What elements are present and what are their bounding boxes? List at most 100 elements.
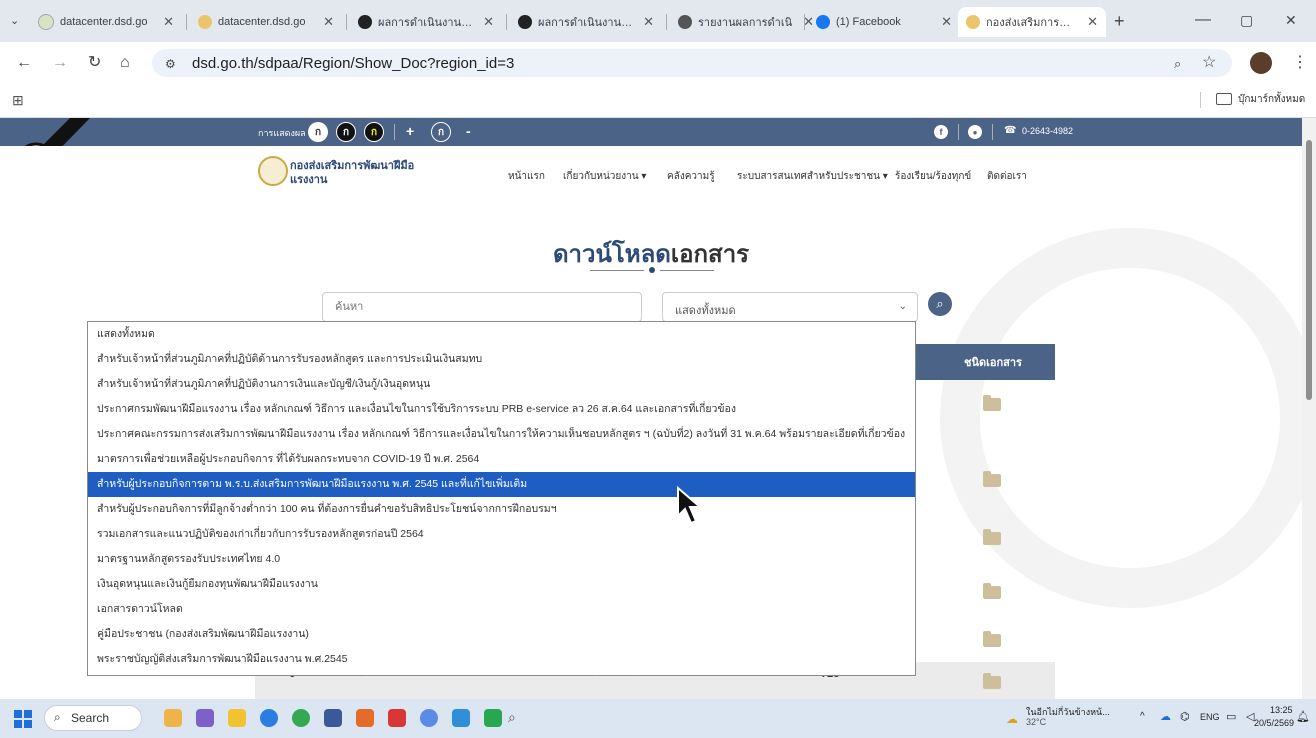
logo-title-line2[interactable]: แรงงาน — [290, 170, 327, 188]
line-app-icon[interactable] — [484, 709, 502, 727]
show-hidden-icons-icon[interactable]: ^ — [1140, 711, 1145, 722]
windows-start-icon[interactable] — [14, 710, 32, 728]
folder-icon[interactable] — [983, 631, 1001, 647]
folder-icon[interactable] — [983, 529, 1001, 545]
dropdown-option[interactable]: สำหรับผู้ประกอบกิจการที่มีลูกจ้างต่ำกว่า… — [88, 497, 915, 522]
category-select[interactable]: แสดงทั้งหมด ⌄ — [662, 292, 918, 322]
folder-icon[interactable] — [983, 395, 1001, 411]
close-icon[interactable]: ✕ — [941, 14, 952, 30]
close-window-icon[interactable]: ✕ — [1285, 12, 1297, 28]
file-explorer-icon[interactable] — [228, 709, 246, 727]
browser-tab-6[interactable]: (1) Facebook ✕ — [808, 7, 960, 37]
minimize-icon[interactable]: — — [1195, 12, 1211, 28]
dropdown-option[interactable]: มาตรฐานหลักสูตรรองรับประเทศไทย 4.0 — [88, 547, 915, 572]
folder-icon[interactable] — [983, 471, 1001, 487]
browser-tab-1[interactable]: datacenter.dsd.go ✕ — [30, 7, 182, 37]
close-icon[interactable]: ✕ — [643, 14, 654, 30]
browser-tab-2[interactable]: datacenter.dsd.go ✕ — [190, 7, 342, 37]
column-header-type: ชนิดเอกสาร — [964, 357, 1022, 369]
close-icon[interactable]: ✕ — [1087, 14, 1098, 30]
notification-bell-icon[interactable]: 🔔︎ — [1296, 710, 1310, 723]
clock-date[interactable]: 20/5/2569 — [1254, 718, 1294, 728]
dropdown-option-selected[interactable]: สำหรับผู้ประกอบกิจการตาม พ.ร.บ.ส่งเสริมก… — [88, 472, 915, 497]
language-indicator[interactable]: ENG — [1200, 712, 1220, 722]
dropdown-option[interactable]: เอกสารดาวน์โหลด — [88, 597, 915, 622]
network-icon[interactable]: ⌬ — [1180, 710, 1190, 723]
font-normal-button[interactable]: ก — [431, 122, 451, 142]
nav-knowledge[interactable]: คลังความรู้ — [667, 169, 715, 184]
tab-search-icon[interactable]: ⌄ — [10, 13, 19, 29]
dsd-logo-icon[interactable] — [258, 156, 288, 186]
nav-contact[interactable]: ติดต่อเรา — [987, 169, 1027, 184]
close-icon[interactable]: ✕ — [483, 14, 494, 30]
dropdown-option[interactable]: คู่มือประชาชน (กองส่งเสริมพัฒนาฝีมือแรงง… — [88, 622, 915, 647]
contrast-dark-button[interactable]: ก — [336, 122, 356, 142]
font-increase-button[interactable]: + — [406, 123, 414, 139]
nav-home[interactable]: หน้าแรก — [508, 169, 545, 184]
onedrive-icon[interactable]: ☁ — [1160, 710, 1171, 723]
line-icon[interactable]: ● — [968, 125, 982, 139]
nav-info-system[interactable]: ระบบสารสนเทศสำหรับประชาชน ▾ — [737, 169, 888, 184]
dropdown-option[interactable]: ประกาศกรมพัฒนาฝีมือแรงงาน เรื่อง หลักเกณ… — [88, 397, 915, 422]
close-icon[interactable]: ✕ — [323, 14, 334, 30]
search-icon: ⌕ — [936, 296, 944, 311]
contrast-yellow-button[interactable]: ก — [364, 122, 384, 142]
dropdown-option[interactable]: สำหรับเจ้าหน้าที่ส่วนภูมิภาคที่ปฏิบัติงา… — [88, 372, 915, 397]
url-text[interactable]: dsd.go.th/sdpaa/Region/Show_Doc?region_i… — [192, 55, 514, 72]
clock-time[interactable]: 13:25 — [1270, 705, 1293, 715]
dropdown-option[interactable]: สำหรับเจ้าหน้าที่ส่วนภูมิภาคที่ปฏิบัติด้… — [88, 347, 915, 372]
restore-icon[interactable]: ▢ — [1240, 12, 1253, 28]
forward-icon[interactable]: → — [52, 55, 68, 71]
scrollbar-thumb[interactable] — [1306, 140, 1312, 400]
search-input[interactable] — [322, 292, 642, 322]
nav-complaint[interactable]: ร้องเรียน/ร้องทุกข์ — [895, 169, 971, 184]
app-icon[interactable] — [388, 709, 406, 727]
font-decrease-button[interactable]: - — [466, 123, 471, 139]
dropdown-option[interactable]: ประกาศคณะกรรมการส่งเสริมการพัฒนาฝีมือแรง… — [88, 422, 915, 447]
folder-icon[interactable] — [983, 583, 1001, 599]
reload-icon[interactable]: ↻ — [88, 55, 101, 71]
search-button[interactable]: ⌕ — [928, 292, 952, 316]
back-icon[interactable]: ← — [16, 55, 32, 71]
title-divider-dot — [649, 267, 655, 273]
app-icon[interactable] — [420, 709, 438, 727]
widgets-icon[interactable] — [164, 709, 182, 727]
app-icon[interactable] — [452, 709, 470, 727]
app-icon[interactable] — [356, 709, 374, 727]
home-icon[interactable]: ⌂ — [120, 55, 130, 71]
edge-icon[interactable] — [260, 709, 278, 727]
site-info-icon[interactable]: ⚙ — [165, 56, 176, 72]
bookmark-star-icon[interactable]: ☆ — [1202, 55, 1216, 71]
weather-icon[interactable]: ☁ — [1006, 712, 1018, 726]
all-bookmarks-link[interactable]: บุ๊กมาร์กทั้งหมด — [1238, 92, 1305, 107]
zoom-icon[interactable]: ⌕ — [1174, 56, 1181, 72]
menu-kebab-icon[interactable]: ⋮ — [1292, 55, 1308, 71]
browser-tab-3[interactable]: ผลการดำเนินงานตา ✕ — [350, 7, 502, 37]
store-icon[interactable] — [324, 709, 342, 727]
search-app-icon[interactable]: ⌕ — [508, 709, 526, 727]
chrome-icon[interactable] — [292, 709, 310, 727]
dropdown-option[interactable]: พระราชบัญญัติส่งเสริมการพัฒนาฝีมือแรงงาน… — [88, 647, 915, 672]
contrast-normal-button[interactable]: ก — [308, 122, 328, 142]
browser-tab-7-active[interactable]: กองส่งเสริมการพัฒน ✕ — [958, 7, 1106, 37]
copilot-icon[interactable] — [196, 709, 214, 727]
taskbar-search[interactable]: ⌕ Search — [44, 705, 142, 731]
dropdown-option[interactable]: รวมเอกสารและแนวปฏิบัติของเก่าเกี่ยวกับกา… — [88, 522, 915, 547]
new-tab-icon[interactable]: + — [1114, 12, 1125, 30]
dropdown-option[interactable]: แสดงทั้งหมด — [88, 322, 915, 347]
phone-number[interactable]: 0-2643-4982 — [1022, 126, 1073, 136]
facebook-icon[interactable]: f — [934, 125, 948, 139]
apps-grid-icon[interactable]: ⊞ — [12, 92, 24, 109]
browser-tab-4[interactable]: ผลการดำเนินงานตา ✕ — [510, 7, 662, 37]
dropdown-option[interactable]: เงินอุดหนุนและเงินกู้ยืมกองทุนพัฒนาฝีมือ… — [88, 572, 915, 597]
openai-favicon-icon — [358, 15, 372, 29]
site-favicon-icon — [198, 15, 212, 29]
close-icon[interactable]: ✕ — [163, 14, 174, 30]
dropdown-option[interactable]: มาตรการเพื่อช่วยเหลือผู้ประกอบกิจการ ที่… — [88, 447, 915, 472]
browser-tab-5[interactable]: รายงานผลการดำเนิ ✕ — [670, 7, 822, 37]
display-icon[interactable]: ▭ — [1226, 710, 1236, 723]
folder-icon[interactable] — [983, 673, 1001, 689]
profile-avatar[interactable] — [1250, 52, 1272, 74]
facebook-favicon-icon — [816, 15, 830, 29]
nav-about[interactable]: เกี่ยวกับหน่วยงาน ▾ — [563, 169, 646, 184]
